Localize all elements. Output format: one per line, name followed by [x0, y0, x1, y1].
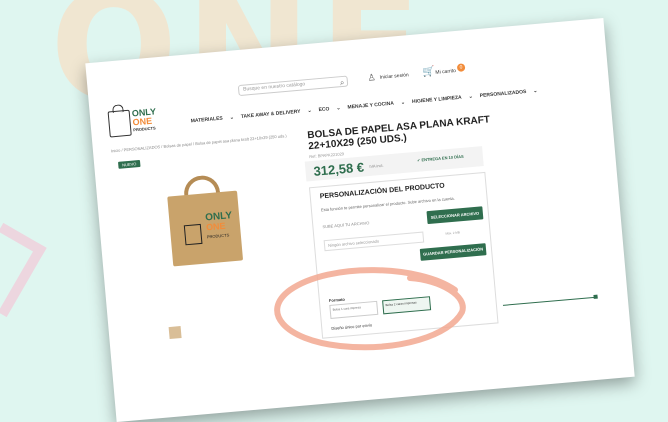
- annotation-overlay: [274, 267, 466, 351]
- hand-drawn-circle-annotation: [274, 267, 466, 351]
